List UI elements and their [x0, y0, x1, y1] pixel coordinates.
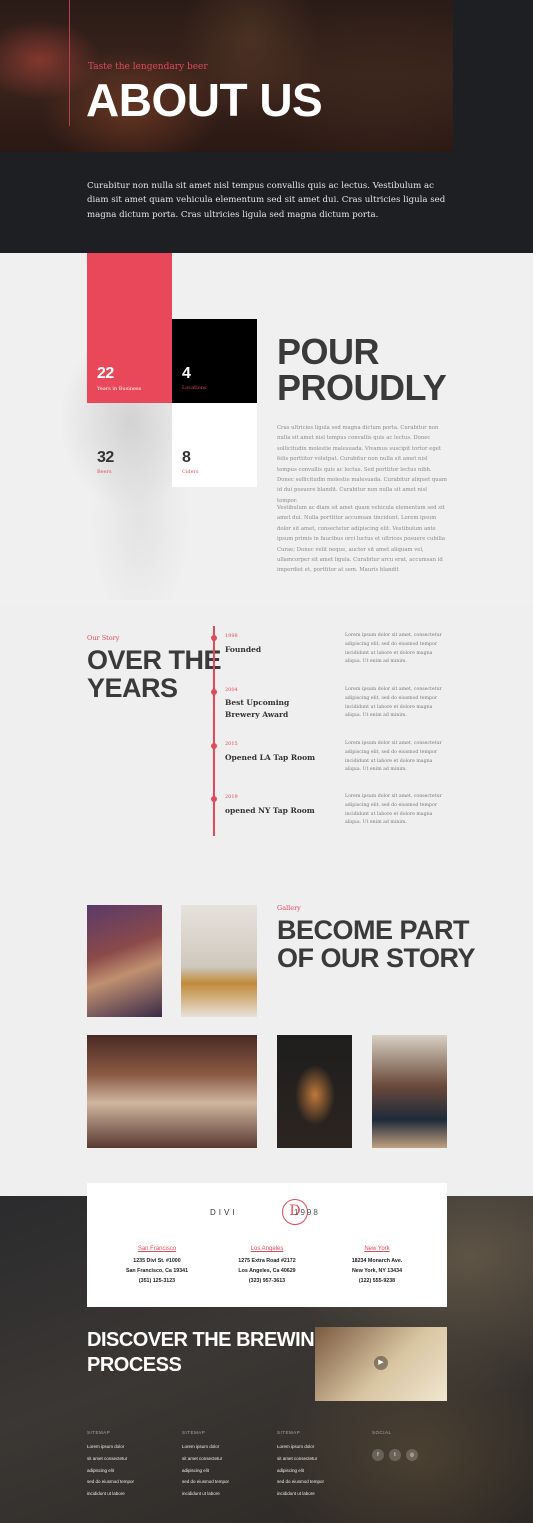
stat-locations: 4 Locations [172, 319, 257, 403]
location-citystate: New York, NY 13434 [351, 1268, 403, 1274]
page-title: ABOUT US [86, 74, 323, 126]
stat-years: 22 Years in Business [87, 253, 172, 403]
timeline-desc: Lorem ipsum dolor sit amet, consectetur … [345, 741, 442, 773]
footer-heading: SITEMAP [182, 1430, 206, 1435]
footer-link[interactable]: Lorem ipsum dolor [277, 1441, 367, 1453]
footer-heading: SOCIAL [372, 1430, 392, 1435]
location-city-link[interactable]: San Francisco [102, 1246, 212, 1252]
facebook-icon[interactable]: f [372, 1449, 384, 1461]
hero-intro-text: Curabitur non nulla sit amet nisl tempus… [87, 181, 446, 220]
pour-paragraph-2: Vestibulum ac diam sit amet quam vehicul… [277, 505, 446, 574]
footer-heading: SITEMAP [87, 1430, 111, 1435]
gallery-heading: BECOME PART OF OUR STORY [277, 915, 476, 973]
timeline-desc: Lorem ipsum dolor sit amet, consectetur … [345, 687, 442, 719]
timeline-title: Best Upcoming Brewery Award [225, 698, 290, 719]
timeline-desc: Lorem ipsum dolor sit amet, consectetur … [345, 633, 442, 665]
gallery-tag: Gallery [277, 904, 301, 912]
gallery-photo-glasses[interactable] [87, 1035, 257, 1148]
story-tag: Our Story [87, 634, 120, 642]
footer-link[interactable]: incididunt ut labore [277, 1488, 367, 1500]
location-phone: (122) 555-9238 [358, 1278, 396, 1284]
timeline-title: Founded [225, 645, 262, 654]
pour-paragraph-1: Cras ultricies ligula sed magna dictum p… [277, 425, 447, 504]
timeline-title: opened NY Tap Room [225, 806, 315, 815]
location-phone: (323) 957-3613 [248, 1278, 286, 1284]
hero-accent-line [69, 0, 70, 126]
stat-ciders: 8 Ciders [172, 403, 257, 487]
heading-line: OVER THE [87, 645, 222, 675]
heading-line: YEARS [87, 673, 178, 703]
stat-number: 4 [182, 365, 191, 382]
location-city-link[interactable]: New York [322, 1246, 432, 1252]
footer-link[interactable]: Lorem ipsum dolor [182, 1441, 272, 1453]
story-heading: OVER THE YEARS [87, 645, 222, 703]
heading-line: PROCESS [87, 1354, 182, 1376]
footer-link[interactable]: sed do eiusmod tempor [277, 1476, 367, 1488]
footer-link[interactable]: sit amet consectetur [87, 1453, 177, 1465]
gallery-photo-mug[interactable] [277, 1035, 352, 1148]
instagram-icon[interactable]: ◎ [406, 1449, 418, 1461]
location-street: 18234 Monarch Ave. [351, 1258, 403, 1264]
brand-year: 1998 [294, 1208, 320, 1217]
brand-name: DIVI [210, 1208, 238, 1217]
gallery-photo-pint[interactable] [181, 905, 257, 1017]
location-sf: San Francisco 1235 Divi St. #1000 San Fr… [102, 1246, 212, 1286]
footer-social-column: SOCIAL [372, 1430, 462, 1441]
stat-label: Beers [97, 469, 112, 475]
footer-link[interactable]: adipiscing elit [182, 1465, 272, 1477]
footer-column: SITEMAP Lorem ipsum dolor sit amet conse… [87, 1430, 177, 1500]
timeline-year: 1998 [225, 633, 238, 639]
footer-heading: SITEMAP [277, 1430, 301, 1435]
gallery-photo-bottles[interactable] [372, 1035, 447, 1148]
footer-link[interactable]: adipiscing elit [87, 1465, 177, 1477]
location-phone: (351) 125-3123 [138, 1278, 176, 1284]
location-la: Los Angeles 1275 Extra Road #2172 Los An… [212, 1246, 322, 1286]
location-citystate: Los Angeles, Ca 40629 [238, 1268, 296, 1274]
footer-link[interactable]: sit amet consectetur [277, 1453, 367, 1465]
footer-link[interactable]: sit amet consectetur [182, 1453, 272, 1465]
footer-link[interactable]: adipiscing elit [277, 1465, 367, 1477]
stat-label: Years in Business [97, 386, 142, 392]
heading-line: OF OUR STORY [277, 943, 476, 973]
discover-heading: DISCOVER THE BREWING PROCESS [87, 1328, 330, 1378]
timeline-year: 2004 [225, 687, 238, 693]
timeline-dot [211, 635, 217, 641]
pour-proudly-heading: POUR PROUDLY [277, 331, 447, 408]
timeline-year: 2019 [225, 794, 238, 800]
stat-number: 8 [182, 449, 191, 466]
heading-line: PROUDLY [277, 367, 447, 408]
timeline-dot [211, 796, 217, 802]
heading-line: POUR [277, 331, 380, 372]
gallery-photo-tap[interactable] [87, 905, 162, 1017]
timeline-title: Opened LA Tap Room [225, 753, 316, 762]
play-icon[interactable]: ▶ [374, 1356, 388, 1370]
location-street: 1235 Divi St. #1000 [133, 1258, 181, 1264]
heading-line: BECOME PART [277, 915, 470, 945]
locations-card [87, 1183, 447, 1307]
footer-link[interactable]: sed do eiusmod tempor [87, 1476, 177, 1488]
heading-line: DISCOVER THE BREWING [87, 1329, 330, 1351]
stat-beers: 32 Beers [87, 403, 172, 487]
footer-link[interactable]: incididunt ut labore [87, 1488, 177, 1500]
timeline-dot [211, 743, 217, 749]
footer-column: SITEMAP Lorem ipsum dolor sit amet conse… [277, 1430, 367, 1500]
twitter-icon[interactable]: t [389, 1449, 401, 1461]
location-ny: New York 18234 Monarch Ave. New York, NY… [322, 1246, 432, 1286]
footer-link[interactable]: Lorem ipsum dolor [87, 1441, 177, 1453]
hero-tagline: Taste the lengendary beer [88, 62, 208, 72]
timeline-year: 2015 [225, 741, 238, 747]
footer-column: SITEMAP Lorem ipsum dolor sit amet conse… [182, 1430, 272, 1500]
timeline-line [213, 626, 215, 836]
stat-number: 32 [97, 449, 114, 466]
footer-link[interactable]: incididunt ut labore [182, 1488, 272, 1500]
stat-label: Ciders [182, 469, 199, 475]
footer-link[interactable]: sed do eiusmod tempor [182, 1476, 272, 1488]
timeline-desc: Lorem ipsum dolor sit amet, consectetur … [345, 794, 442, 826]
stat-number: 22 [97, 365, 114, 382]
location-citystate: San Francisco, Ca 19341 [125, 1268, 189, 1274]
stat-label: Locations [182, 385, 207, 391]
timeline-dot [211, 689, 217, 695]
location-street: 1275 Extra Road #2172 [238, 1258, 296, 1264]
location-city-link[interactable]: Los Angeles [212, 1246, 322, 1252]
